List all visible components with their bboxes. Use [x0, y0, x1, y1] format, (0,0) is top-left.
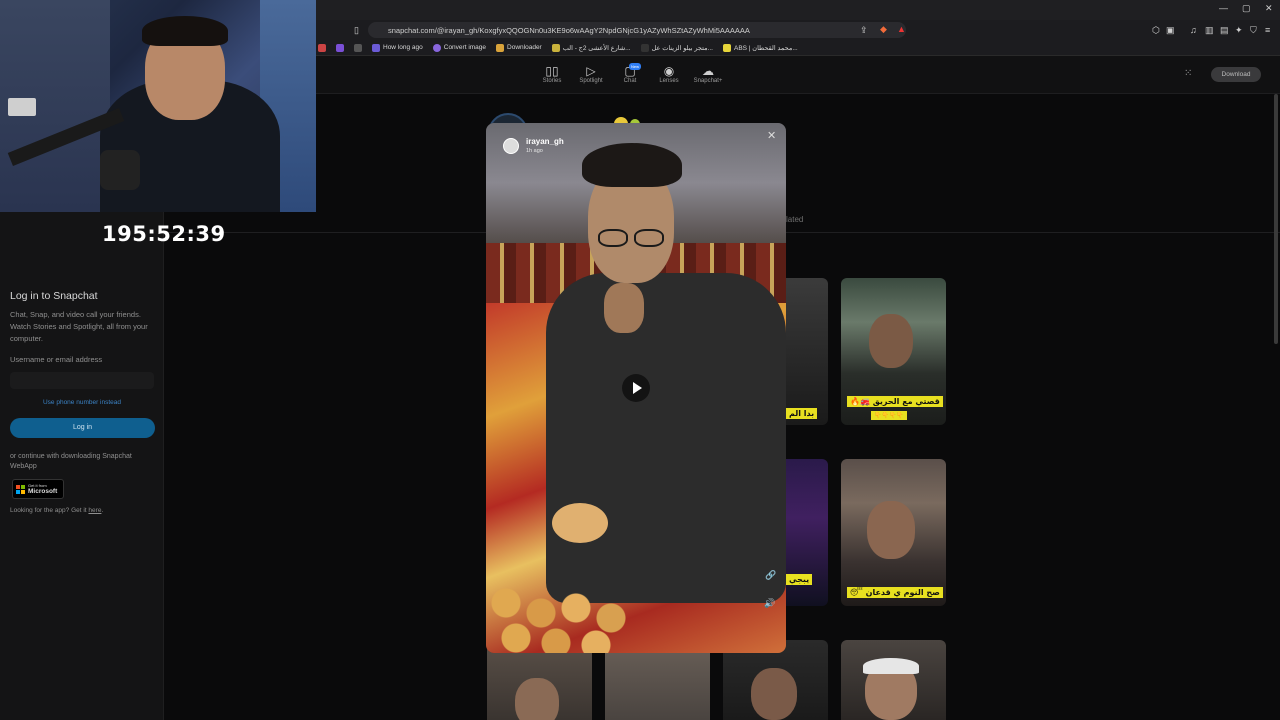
wallet-icon[interactable]: ▤	[1220, 25, 1229, 36]
rewards-icon[interactable]: ▲	[897, 24, 906, 34]
spotlight-thumbnail[interactable]: قصتي مع الحريق 🚒🔥 👇👇👇👇	[841, 278, 946, 425]
bookmark-g[interactable]	[354, 43, 362, 52]
spotlight-thumbnail[interactable]: بدا الم	[786, 278, 828, 425]
story-person-hand	[604, 283, 644, 333]
nav-snapchat-plus[interactable]: ☁ Snapchat+	[688, 64, 728, 84]
extension-icon[interactable]: ⬡	[1152, 25, 1160, 36]
streamer-hair	[142, 16, 228, 46]
stream-timer: 195:52:39	[102, 222, 226, 246]
screen: — ▢ ✕ ▯ snapchat.com/@irayan_gh/KoxgfyxQ…	[0, 0, 1280, 720]
camera-prop	[8, 98, 36, 116]
bookmark-downloader[interactable]: Downloader	[496, 43, 542, 52]
brave-shield-icon[interactable]: ◆	[880, 24, 887, 35]
chat-new-badge: New	[629, 63, 642, 70]
download-button[interactable]: Download	[1211, 67, 1261, 82]
page-scrollbar[interactable]	[1274, 94, 1278, 344]
ghost-icon: ☁	[702, 64, 714, 78]
story-person-body	[546, 273, 786, 603]
ms-big-text: Microsoft	[28, 487, 58, 495]
login-button[interactable]: Log in	[10, 418, 155, 438]
ms-small-text: Get it from	[28, 482, 47, 488]
use-phone-link[interactable]: Use phone number instead	[10, 399, 154, 406]
stories-icon: ▯▯	[545, 64, 559, 78]
story-pastries	[486, 583, 636, 653]
link-icon[interactable]: 🔗	[765, 570, 776, 581]
maximize-icon[interactable]: ▢	[1242, 3, 1251, 14]
volume-icon[interactable]: 🔊	[764, 598, 775, 609]
username-input[interactable]	[10, 372, 154, 389]
bookmark-convert-image[interactable]: Convert image	[432, 43, 486, 52]
url-text: snapchat.com/@irayan_gh/KoxgfyxQQOGNn0u3…	[388, 25, 750, 35]
nav-spotlight[interactable]: ▷ Spotlight	[571, 64, 611, 84]
login-description: Chat, Snap, and video call your friends.…	[10, 310, 148, 343]
share-icon[interactable]: ⇪	[860, 25, 868, 36]
url-field[interactable]: snapchat.com/@irayan_gh/KoxgfyxQQOGNn0u3…	[368, 22, 906, 38]
bookmark-icon[interactable]: ▯	[354, 25, 359, 36]
bookmark-store[interactable]: متجر بيلو الزينات عل...	[640, 43, 713, 52]
thumbnail-caption: صح النوم ي قدعان 😴	[847, 587, 943, 598]
microphone	[100, 150, 140, 190]
lenses-icon: ◉	[663, 64, 675, 78]
apps-grid-icon[interactable]: ⁙	[1184, 68, 1192, 79]
close-icon[interactable]: ✕	[767, 129, 776, 142]
bookmarks-bar: How long ago Convert image Downloader شا…	[316, 40, 1280, 56]
spotlight-thumbnail[interactable]: يبجي	[786, 459, 828, 606]
thumbnail-caption: قصتي مع الحريق 🚒🔥	[847, 396, 943, 407]
spotlight-icon: ▷	[586, 64, 596, 78]
leo-icon[interactable]: ✦	[1235, 25, 1243, 36]
nav-stories[interactable]: ▯▯ Stories	[532, 64, 572, 84]
microsoft-logo-icon	[16, 484, 25, 494]
thumbnail-caption: بدا الم	[786, 408, 818, 419]
snapchat-top-nav: ▯▯ Stories ▷ Spotlight ▢ Chat ◉ Lenses ☁…	[316, 56, 1280, 94]
story-timestamp: 1h ago	[526, 148, 543, 154]
story-person-hair	[582, 143, 682, 187]
translate-icon[interactable]: ▣	[1166, 25, 1175, 36]
streamer-webcam	[0, 0, 316, 212]
get-app-text: Looking for the app? Get it here.	[10, 507, 104, 514]
bookmark-s[interactable]	[336, 43, 344, 52]
bookmark-folder[interactable]	[318, 43, 326, 52]
nav-lenses[interactable]: ◉ Lenses	[649, 64, 689, 84]
media-icon[interactable]: ♫	[1190, 25, 1197, 35]
glasses-left	[598, 229, 628, 247]
story-bread	[552, 503, 608, 543]
close-window-icon[interactable]: ✕	[1265, 3, 1273, 14]
vpn-icon[interactable]: ⛉	[1250, 25, 1257, 36]
username-label: Username or email address	[10, 355, 103, 364]
thumbnail-caption: يبجي	[786, 574, 813, 585]
thumbnail-caption: 👇👇👇👇	[871, 411, 907, 420]
minimize-icon[interactable]: —	[1219, 3, 1228, 13]
menu-icon[interactable]: ≡	[1265, 25, 1270, 35]
story-author-name[interactable]: irayan_gh	[526, 137, 564, 146]
microsoft-store-badge[interactable]: Get it from Microsoft	[12, 479, 64, 499]
spotlight-thumbnail[interactable]: صح النوم ي قدعان 😴	[841, 459, 946, 606]
glasses-right	[634, 229, 664, 247]
bookmark-how-long-ago[interactable]: How long ago	[372, 43, 423, 52]
login-title: Log in to Snapchat	[10, 290, 98, 302]
bookmark-abs[interactable]: ABS | محمد القحطان...	[722, 43, 798, 52]
get-app-link[interactable]: here	[88, 507, 101, 514]
sidebar-icon[interactable]: ▥	[1205, 25, 1214, 36]
bookmark-street[interactable]: شارع الأعشى 2ج - الب...	[551, 43, 631, 52]
or-continue-text: or continue with downloading Snapchat We…	[10, 453, 132, 470]
play-button[interactable]	[622, 374, 650, 402]
tab-related[interactable]: lated	[786, 215, 803, 224]
spotlight-thumbnail[interactable]	[841, 640, 946, 720]
story-author-avatar[interactable]	[503, 138, 519, 154]
